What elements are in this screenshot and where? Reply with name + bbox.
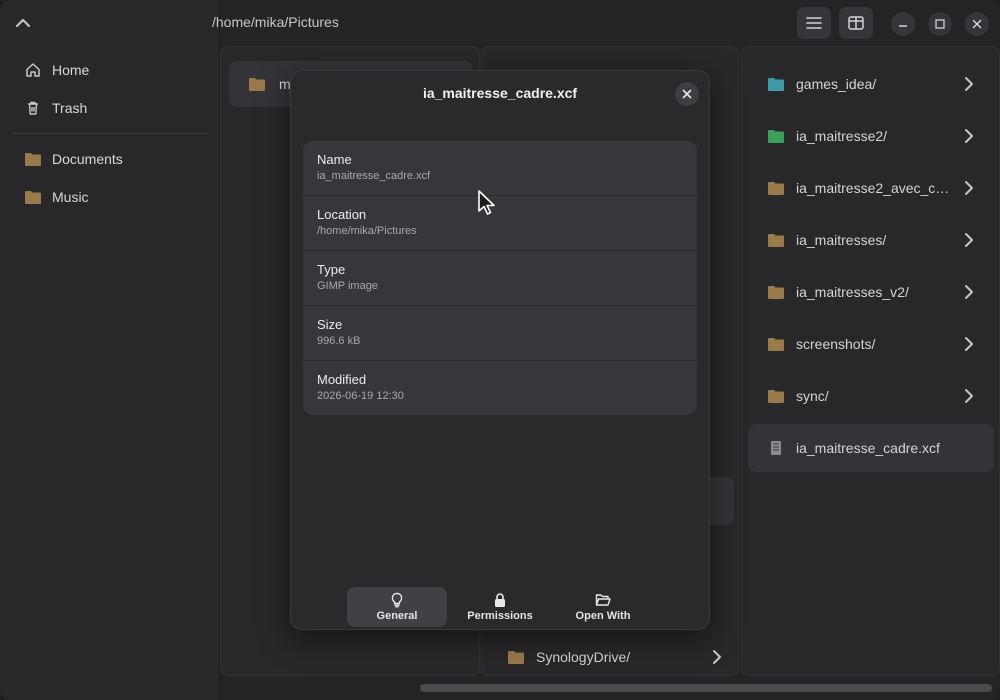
maximize-icon bbox=[935, 19, 945, 29]
horizontal-scrollbar[interactable] bbox=[420, 684, 992, 692]
property-label: Location bbox=[317, 207, 367, 222]
property-value: 2026-06-19 12:30 bbox=[317, 390, 404, 402]
property-name: Name ia_maitresse_cadre.xcf bbox=[303, 141, 697, 196]
folder-icon bbox=[768, 286, 784, 299]
folder-row[interactable]: ia_maitresse2_avec_cadre/ bbox=[748, 164, 994, 212]
folder-icon bbox=[768, 234, 784, 247]
tab-label: Open With bbox=[575, 610, 631, 622]
folder-icon bbox=[768, 390, 784, 403]
row-label: ia_maitresse_cadre.xcf bbox=[796, 440, 940, 456]
close-icon bbox=[972, 19, 982, 29]
property-value: ia_maitresse_cadre.xcf bbox=[317, 170, 431, 182]
property-location: Location /home/mika/Pictures bbox=[303, 196, 697, 251]
trash-icon bbox=[24, 99, 42, 117]
sidebar-item-label: Trash bbox=[52, 100, 88, 116]
sidebar-item-label: Documents bbox=[52, 151, 123, 167]
home-icon bbox=[24, 61, 42, 79]
chevron-right-icon bbox=[965, 285, 973, 299]
sidebar-item-documents[interactable]: Documents bbox=[24, 147, 123, 171]
folder-icon bbox=[768, 78, 784, 91]
sidebar: Home Trash Documents Music bbox=[0, 0, 220, 700]
folder-icon bbox=[508, 651, 524, 664]
property-value: GIMP image bbox=[317, 280, 378, 292]
property-type: Type GIMP image bbox=[303, 251, 697, 306]
row-label: ia_maitresse2_avec_cadre/ bbox=[796, 180, 958, 196]
chevron-right-icon bbox=[713, 650, 721, 664]
column-pane-3: games_idea/ia_maitresse2/ia_maitresse2_a… bbox=[741, 46, 1000, 676]
chevron-right-icon bbox=[965, 77, 973, 91]
sidebar-item-label: Music bbox=[52, 189, 89, 205]
collapse-sidebar-button[interactable] bbox=[12, 12, 34, 34]
dialog-tabs: General Permissions Open With bbox=[347, 587, 657, 627]
chevron-right-icon bbox=[965, 129, 973, 143]
folder-icon bbox=[249, 78, 265, 91]
list-item[interactable]: SynologyDrive/ bbox=[508, 645, 728, 669]
mouse-cursor-icon bbox=[478, 190, 495, 215]
tab-permissions[interactable]: Permissions bbox=[450, 587, 550, 627]
folder-icon bbox=[768, 182, 784, 195]
close-window-button[interactable] bbox=[965, 12, 989, 36]
tab-label: General bbox=[376, 610, 418, 622]
property-label: Modified bbox=[317, 372, 367, 387]
folder-row[interactable]: screenshots/ bbox=[748, 320, 994, 368]
sidebar-item-music[interactable]: Music bbox=[24, 185, 89, 209]
row-label: ia_maitresses/ bbox=[796, 232, 887, 248]
folder-icon bbox=[24, 188, 42, 206]
row-label: screenshots/ bbox=[796, 336, 876, 352]
property-value: /home/mika/Pictures bbox=[317, 225, 417, 237]
lock-icon bbox=[495, 593, 505, 607]
chevron-up-icon bbox=[16, 19, 30, 27]
sidebar-item-trash[interactable]: Trash bbox=[24, 96, 87, 120]
sidebar-divider bbox=[12, 133, 208, 134]
property-size: Size 996.6 kB bbox=[303, 306, 697, 361]
folder-row[interactable]: ia_maitresses_v2/ bbox=[748, 268, 994, 316]
columns-icon bbox=[848, 16, 864, 30]
chevron-right-icon bbox=[965, 181, 973, 195]
tab-general[interactable]: General bbox=[347, 587, 447, 627]
sidebar-item-home[interactable]: Home bbox=[24, 58, 89, 82]
chevron-right-icon bbox=[965, 337, 973, 351]
folder-row[interactable]: games_idea/ bbox=[748, 60, 994, 108]
column-view-button[interactable] bbox=[839, 7, 873, 39]
properties-list: Name ia_maitresse_cadre.xcf Location /ho… bbox=[303, 141, 697, 415]
sidebar-item-label: Home bbox=[52, 62, 90, 78]
file-manager-window: Home Trash Documents Music /home/mika/Pi… bbox=[0, 0, 1000, 700]
property-modified: Modified 2026-06-19 12:30 bbox=[303, 361, 697, 415]
minimize-button[interactable] bbox=[891, 12, 915, 36]
chevron-right-icon bbox=[965, 389, 973, 403]
folder-row[interactable]: sync/ bbox=[748, 372, 994, 420]
maximize-button[interactable] bbox=[928, 12, 952, 36]
dialog-title: ia_maitresse_cadre.xcf bbox=[422, 85, 578, 101]
row-label: ia_maitresses_v2/ bbox=[796, 284, 909, 300]
folder-row[interactable]: ia_maitresse2/ bbox=[748, 112, 994, 160]
folder-icon bbox=[768, 338, 784, 351]
row-label: ia_maitresse2/ bbox=[796, 128, 888, 144]
list-item-label: SynologyDrive/ bbox=[536, 649, 631, 665]
list-view-button[interactable] bbox=[797, 7, 831, 39]
folder-row[interactable]: ia_maitresses/ bbox=[748, 216, 994, 264]
properties-dialog: ia_maitresse_cadre.xcf Name ia_maitresse… bbox=[290, 70, 710, 630]
folder-icon bbox=[24, 150, 42, 168]
lightbulb-icon bbox=[391, 592, 403, 608]
property-value: 996.6 kB bbox=[317, 335, 361, 347]
row-label: sync/ bbox=[796, 388, 829, 404]
close-icon bbox=[682, 89, 692, 99]
chevron-right-icon bbox=[965, 233, 973, 247]
list-icon bbox=[806, 17, 822, 29]
dialog-close-button[interactable] bbox=[675, 82, 699, 106]
property-label: Name bbox=[317, 152, 352, 167]
folder-icon bbox=[768, 130, 784, 143]
file-row[interactable]: ia_maitresse_cadre.xcf bbox=[748, 424, 994, 472]
row-label: games_idea/ bbox=[796, 76, 877, 92]
property-label: Size bbox=[317, 317, 343, 332]
tab-label: Permissions bbox=[467, 610, 533, 622]
property-label: Type bbox=[317, 262, 346, 277]
folder-open-icon bbox=[595, 594, 611, 606]
minimize-icon bbox=[899, 25, 907, 27]
tab-open-with[interactable]: Open With bbox=[553, 587, 653, 627]
path-bar[interactable]: /home/mika/Pictures bbox=[212, 14, 339, 30]
document-icon bbox=[771, 441, 781, 455]
